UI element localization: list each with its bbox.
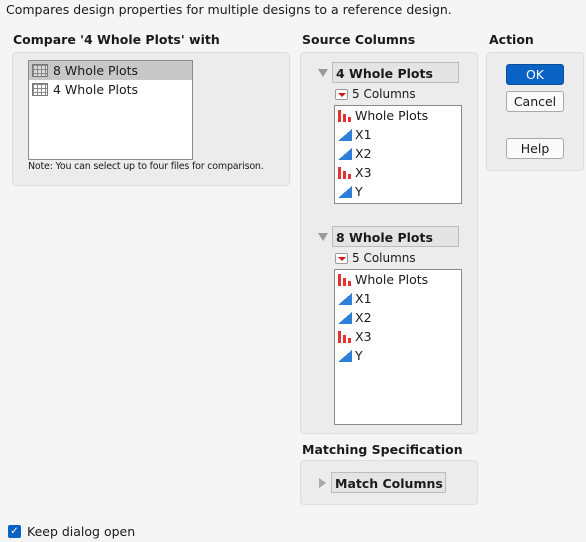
column-name: Whole Plots	[355, 272, 429, 287]
data-table-icon	[32, 83, 48, 96]
file-name: 8 Whole Plots	[53, 63, 139, 78]
file-list-item[interactable]: 4 Whole Plots	[29, 80, 192, 99]
nominal-column-icon	[338, 273, 352, 286]
columns-dropdown[interactable]: 5 Columns	[335, 251, 416, 265]
data-table-icon	[32, 64, 48, 77]
continuous-column-icon	[338, 147, 352, 160]
dropdown-arrow-icon[interactable]	[335, 88, 348, 100]
column-list[interactable]: Whole Plots X1 X2 X3 Y	[334, 269, 462, 425]
column-list-item[interactable]: X2	[335, 144, 461, 163]
column-list-item[interactable]: X1	[335, 289, 461, 308]
source-columns-title: Source Columns	[302, 32, 416, 47]
matching-spec-panel: Match Columns	[300, 460, 478, 505]
column-list-item[interactable]: X2	[335, 308, 461, 327]
continuous-column-icon	[338, 349, 352, 362]
nominal-column-icon	[338, 166, 352, 179]
continuous-column-icon	[338, 185, 352, 198]
file-list-item[interactable]: 8 Whole Plots	[29, 61, 192, 80]
file-name: 4 Whole Plots	[53, 82, 139, 97]
expand-triangle-icon[interactable]	[319, 477, 326, 488]
column-list-item[interactable]: Whole Plots	[335, 270, 461, 289]
cancel-button[interactable]: Cancel	[506, 91, 564, 112]
column-name: X3	[355, 165, 372, 180]
column-list-item[interactable]: X3	[335, 163, 461, 182]
match-columns-label: Match Columns	[331, 472, 446, 493]
column-name: X1	[355, 291, 372, 306]
checkmark-icon: ✓	[10, 525, 19, 537]
column-name: Y	[355, 184, 363, 199]
continuous-column-icon	[338, 128, 352, 141]
dialog-description: Compares design properties for multiple …	[6, 2, 452, 17]
column-list-item[interactable]: Whole Plots	[335, 106, 461, 125]
help-button[interactable]: Help	[506, 138, 564, 159]
nominal-column-icon	[338, 330, 352, 343]
column-count-label: 5 Columns	[352, 87, 416, 101]
collapse-triangle-icon[interactable]	[318, 68, 328, 77]
column-list-item[interactable]: Y	[335, 346, 461, 365]
table-name: 4 Whole Plots	[332, 62, 459, 83]
action-title: Action	[489, 32, 534, 47]
column-list-item[interactable]: Y	[335, 182, 461, 201]
keep-open-label: Keep dialog open	[27, 524, 136, 539]
column-name: Y	[355, 348, 363, 363]
column-name: X1	[355, 127, 372, 142]
column-list[interactable]: Whole Plots X1 X2 X3 Y	[334, 105, 462, 204]
column-name: X3	[355, 329, 372, 344]
column-name: X2	[355, 146, 372, 161]
continuous-column-icon	[338, 292, 352, 305]
compare-panel: 8 Whole Plots 4 Whole Plots Note: You ca…	[12, 52, 290, 186]
column-list-item[interactable]: X3	[335, 327, 461, 346]
compare-file-list[interactable]: 8 Whole Plots 4 Whole Plots	[28, 60, 193, 160]
keep-dialog-open-option[interactable]: ✓ Keep dialog open	[8, 524, 135, 539]
column-count-label: 5 Columns	[352, 251, 416, 265]
continuous-column-icon	[338, 311, 352, 324]
ok-button[interactable]: OK	[506, 64, 564, 85]
columns-dropdown[interactable]: 5 Columns	[335, 87, 416, 101]
collapse-triangle-icon[interactable]	[318, 232, 328, 241]
match-columns-header[interactable]: Match Columns	[319, 472, 446, 493]
table-tree-header[interactable]: 8 Whole Plots	[318, 226, 459, 247]
column-name: X2	[355, 310, 372, 325]
table-tree-header[interactable]: 4 Whole Plots	[318, 62, 459, 83]
compare-section-title: Compare '4 Whole Plots' with	[13, 32, 220, 47]
compare-note: Note: You can select up to four files fo…	[28, 161, 264, 172]
keep-open-checkbox[interactable]: ✓	[8, 525, 21, 538]
column-list-item[interactable]: X1	[335, 125, 461, 144]
nominal-column-icon	[338, 109, 352, 122]
action-panel: OK Cancel Help	[486, 52, 584, 171]
dropdown-arrow-icon[interactable]	[335, 252, 348, 264]
matching-spec-title: Matching Specification	[302, 442, 463, 457]
column-name: Whole Plots	[355, 108, 429, 123]
source-columns-panel: 4 Whole Plots 5 Columns Whole Plots X1 X…	[300, 52, 478, 434]
table-name: 8 Whole Plots	[332, 226, 459, 247]
